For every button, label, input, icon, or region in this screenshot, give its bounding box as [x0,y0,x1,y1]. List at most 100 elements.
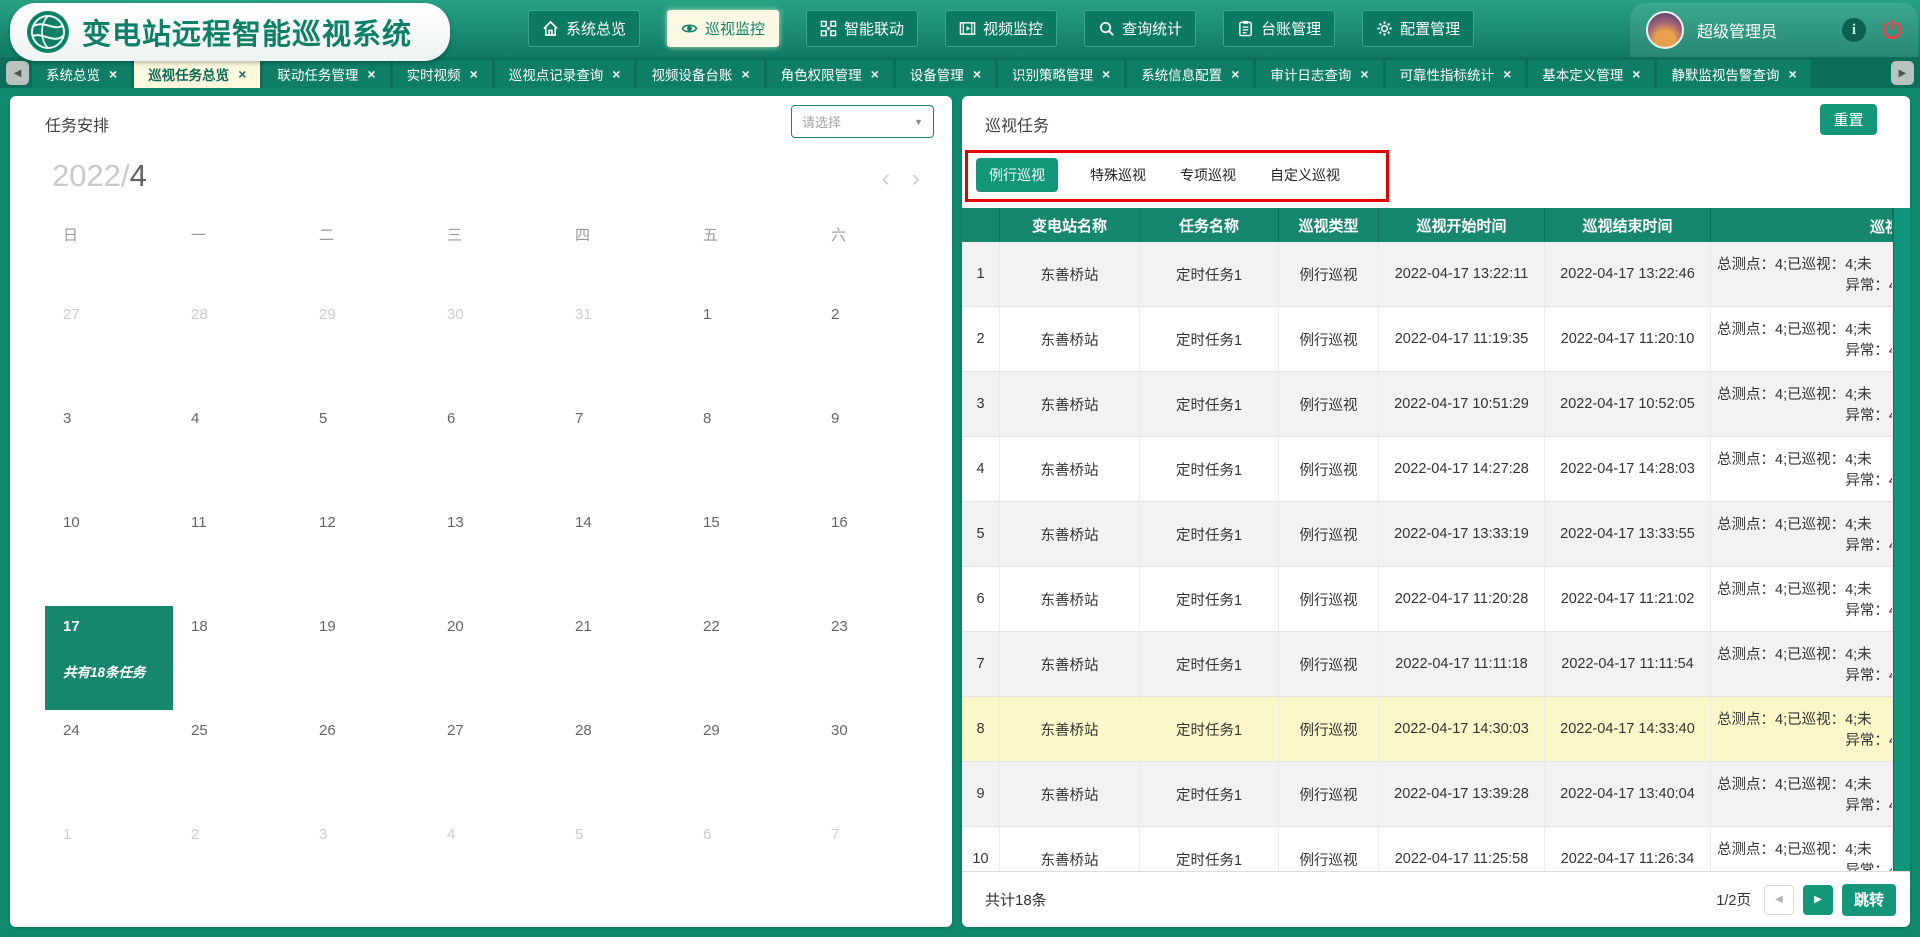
calendar-day-cell[interactable]: 14 [557,502,685,606]
tab-close-icon[interactable]: × [1632,66,1640,82]
calendar-day-cell[interactable]: 1 [45,814,173,918]
calendar-day-cell[interactable]: 11 [173,502,301,606]
calendar-day-cell[interactable]: 16 [813,502,941,606]
calendar-day-cell[interactable]: 13 [429,502,557,606]
calendar-day-cell[interactable]: 21 [557,606,685,710]
calendar-day-cell[interactable]: 9 [813,398,941,502]
calendar-day-cell[interactable]: 7 [813,814,941,918]
workspace-tab[interactable]: 系统总览 × [32,60,131,88]
next-page-icon[interactable]: ▶ [1803,885,1833,915]
prev-page-icon[interactable]: ◀ [1764,885,1794,915]
workspace-tab[interactable]: 联动任务管理 × [263,60,389,88]
workspace-tab[interactable]: 基本定义管理 × [1528,60,1654,88]
inspection-type-tab[interactable]: 特殊巡视 [1088,158,1148,192]
jump-button[interactable]: 跳转 [1842,884,1896,916]
calendar-day-cell[interactable]: 28 [557,710,685,814]
calendar-day-cell[interactable]: 2 [173,814,301,918]
nav-system-overview[interactable]: 系统总览 [528,10,640,47]
power-icon[interactable] [1880,18,1904,42]
nav-ledger-management[interactable]: 台账管理 [1223,10,1335,47]
user-avatar[interactable] [1646,11,1684,49]
calendar-day-cell[interactable]: 2 [813,294,941,398]
tab-close-icon[interactable]: × [470,66,478,82]
calendar-day-cell[interactable]: 30 [429,294,557,398]
calendar-day-cell[interactable]: 7 [557,398,685,502]
workspace-tab[interactable]: 设备管理 × [896,60,995,88]
inspection-type-tab[interactable]: 专项巡视 [1178,158,1238,192]
calendar-day-cell[interactable]: 18 [173,606,301,710]
table-row[interactable]: 8 东善桥站 定时任务1 例行巡视 2022-04-17 14:30:03 20… [962,697,1893,762]
table-row[interactable]: 7 东善桥站 定时任务1 例行巡视 2022-04-17 11:11:18 20… [962,632,1893,697]
calendar-day-cell[interactable]: 5 [301,398,429,502]
calendar-day-cell[interactable]: 22 [685,606,813,710]
calendar-day-cell[interactable]: 29 [685,710,813,814]
calendar-day-cell[interactable]: 19 [301,606,429,710]
tab-close-icon[interactable]: × [109,66,117,82]
calendar-day-cell[interactable]: 25 [173,710,301,814]
calendar-day-cell[interactable]: 1 [685,294,813,398]
tab-close-icon[interactable]: × [1102,66,1110,82]
nav-config-management[interactable]: 配置管理 [1362,10,1474,47]
calendar-day-cell[interactable]: 4 [173,398,301,502]
table-row[interactable]: 3 东善桥站 定时任务1 例行巡视 2022-04-17 10:51:29 20… [962,372,1893,437]
calendar-day-cell[interactable]: 27 [45,294,173,398]
table-row[interactable]: 4 东善桥站 定时任务1 例行巡视 2022-04-17 14:27:28 20… [962,437,1893,502]
table-row[interactable]: 2 东善桥站 定时任务1 例行巡视 2022-04-17 11:19:35 20… [962,307,1893,372]
tab-close-icon[interactable]: × [741,66,749,82]
nav-smart-linkage[interactable]: 智能联动 [806,10,918,47]
calendar-day-cell[interactable]: 24 [45,710,173,814]
calendar-day-cell[interactable]: 15 [685,502,813,606]
calendar-day-cell[interactable]: 30 [813,710,941,814]
workspace-tab[interactable]: 识别策略管理 × [998,60,1124,88]
tab-close-icon[interactable]: × [1503,66,1511,82]
calendar-day-cell[interactable]: 4 [429,814,557,918]
table-row[interactable]: 6 东善桥站 定时任务1 例行巡视 2022-04-17 11:20:28 20… [962,567,1893,632]
calendar-day-cell[interactable]: 27 [429,710,557,814]
nav-query-statistics[interactable]: 查询统计 [1084,10,1196,47]
inspection-type-tab[interactable]: 例行巡视 [976,158,1058,192]
table-scrollbar[interactable] [1893,208,1910,871]
workspace-tab[interactable]: 角色权限管理 × [767,60,893,88]
nav-video-monitor[interactable]: 视频监控 [945,10,1057,47]
nav-inspection-monitor[interactable]: 巡视监控 [667,10,779,47]
tab-close-icon[interactable]: × [973,66,981,82]
info-icon[interactable]: i [1842,18,1866,42]
workspace-tab[interactable]: 可靠性指标统计 × [1386,60,1526,88]
tab-close-icon[interactable]: × [1360,66,1368,82]
calendar-day-cell[interactable]: 6 [685,814,813,918]
reset-button[interactable]: 重置 [1820,104,1877,135]
tab-scroll-left-icon[interactable]: ◀ [6,61,29,85]
calendar-day-cell[interactable]: 20 [429,606,557,710]
calendar-day-cell[interactable]: 12 [301,502,429,606]
calendar-day-cell[interactable]: 26 [301,710,429,814]
calendar-day-cell[interactable]: 29 [301,294,429,398]
workspace-tab[interactable]: 视频设备台账 × [637,60,763,88]
calendar-day-cell[interactable]: 10 [45,502,173,606]
inspection-type-tab[interactable]: 自定义巡视 [1268,158,1342,192]
calendar-next-icon[interactable]: › [912,166,920,191]
workspace-tab[interactable]: 静默监视告警查询 × [1657,60,1810,88]
tab-close-icon[interactable]: × [367,66,375,82]
workspace-tab[interactable]: 实时视频 × [393,60,492,88]
task-filter-select[interactable]: 请选择 ▼ [791,105,934,138]
workspace-tab[interactable]: 巡视点记录查询 × [495,60,635,88]
tab-scroll-right-icon[interactable]: ▶ [1891,61,1914,85]
calendar-day-cell[interactable]: 8 [685,398,813,502]
tab-close-icon[interactable]: × [1231,66,1239,82]
table-row[interactable]: 10 东善桥站 定时任务1 例行巡视 2022-04-17 11:25:58 2… [962,827,1893,871]
tab-close-icon[interactable]: × [1788,66,1796,82]
calendar-day-cell[interactable]: 3 [301,814,429,918]
calendar-day-cell[interactable]: 6 [429,398,557,502]
workspace-tab[interactable]: 审计日志查询 × [1256,60,1382,88]
calendar-day-cell[interactable]: 23 [813,606,941,710]
table-row[interactable]: 5 东善桥站 定时任务1 例行巡视 2022-04-17 13:33:19 20… [962,502,1893,567]
calendar-day-cell[interactable]: 28 [173,294,301,398]
calendar-day-cell[interactable]: 17 共有18条任务 [45,606,173,710]
calendar-day-cell[interactable]: 31 [557,294,685,398]
tab-close-icon[interactable]: × [238,66,246,82]
workspace-tab[interactable]: 系统信息配置 × [1127,60,1253,88]
tab-close-icon[interactable]: × [612,66,620,82]
calendar-day-cell[interactable]: 5 [557,814,685,918]
workspace-tab[interactable]: 巡视任务总览 × [134,60,260,88]
tab-close-icon[interactable]: × [871,66,879,82]
